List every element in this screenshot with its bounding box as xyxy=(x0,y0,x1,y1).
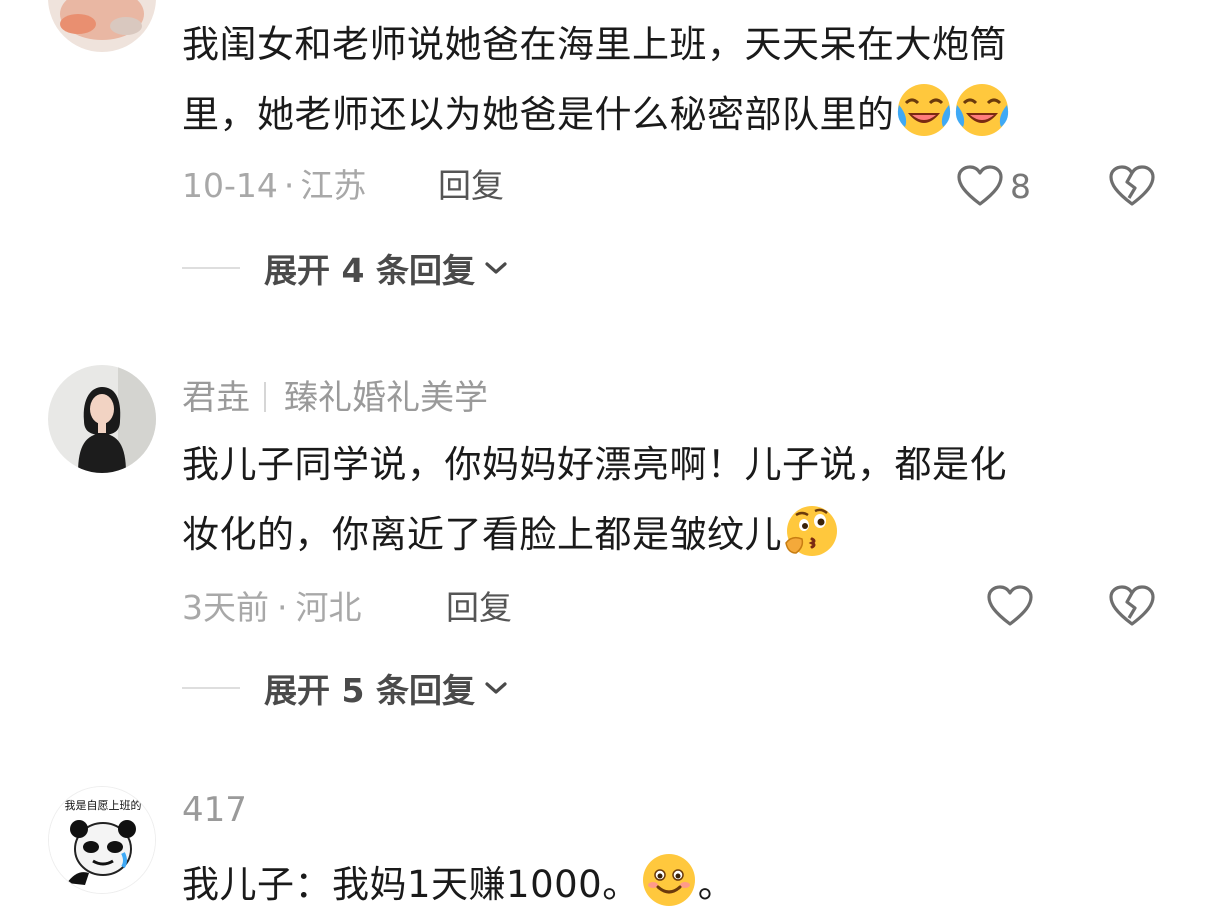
heart-icon xyxy=(987,585,1033,626)
comment-text: 我闺女和老师说她爸在海里上班，天天呆在大炮筒 里，她老师还以为她爸是什么秘密部队… xyxy=(182,10,1172,150)
comment-location: 江苏 xyxy=(300,166,367,205)
chevron-down-icon xyxy=(485,262,507,274)
expand-replies-label: 展开 5 条回复 xyxy=(264,671,475,710)
comment-meta: 10-14 · 江苏 xyxy=(182,164,366,208)
like-button[interactable]: 8 xyxy=(956,162,1031,210)
expand-divider xyxy=(182,687,240,689)
laugh-cry-emoji xyxy=(897,84,950,136)
laugh-cry-emoji xyxy=(955,84,1008,136)
comment-date: 3天前 xyxy=(182,588,269,627)
avatar[interactable] xyxy=(48,0,156,52)
dislike-button[interactable] xyxy=(1108,162,1156,210)
chevron-down-icon xyxy=(485,682,507,694)
comment-text: 我儿子：我妈1天赚1000。 。 xyxy=(182,850,1172,920)
comment-meta: 3天前 · 河北 xyxy=(182,586,362,630)
comment-text-line: 我儿子：我妈1天赚1000。 。 xyxy=(182,850,1172,920)
expand-replies-button[interactable]: 展开 5 条回复 xyxy=(182,666,509,710)
username-row: 417 xyxy=(182,790,247,830)
username[interactable]: 417 xyxy=(182,790,247,830)
comment-text-line: 我儿子同学说，你妈妈好漂亮啊！儿子说，都是化 xyxy=(182,443,1007,486)
reply-button[interactable]: 回复 xyxy=(446,586,512,630)
expand-replies-label: 展开 4 条回复 xyxy=(264,251,475,290)
comment-text-line: 妆化的，你离近了看脸上都是皱纹儿 xyxy=(182,500,1172,570)
username[interactable]: 君垚 xyxy=(182,378,250,418)
thinking-kiss-emoji xyxy=(785,506,837,556)
reply-button[interactable]: 回复 xyxy=(438,164,504,208)
expand-divider xyxy=(182,267,240,269)
expand-replies-button[interactable]: 展开 4 条回复 xyxy=(182,246,509,290)
comment-text-line: 里，她老师还以为她爸是什么秘密部队里的 xyxy=(182,80,1172,150)
broken-heart-icon xyxy=(1109,585,1155,626)
heart-icon xyxy=(957,165,1003,206)
dislike-button[interactable] xyxy=(1108,582,1156,630)
comment-date: 10-14 xyxy=(182,166,278,205)
comment-text: 我儿子同学说，你妈妈好漂亮啊！儿子说，都是化 妆化的，你离近了看脸上都是皱纹儿 xyxy=(182,430,1172,570)
username-tag: 臻礼婚礼美学 xyxy=(284,378,488,418)
username-divider xyxy=(264,382,266,412)
avatar-caption: 我是自愿上班的 xyxy=(65,798,142,812)
meta-separator: · xyxy=(277,588,288,627)
smile-emoji xyxy=(642,854,695,906)
broken-heart-icon xyxy=(1109,165,1155,206)
avatar[interactable]: 我是自愿上班的 xyxy=(48,786,156,894)
meta-separator: · xyxy=(283,166,295,205)
comment-location: 河北 xyxy=(295,588,362,627)
like-button[interactable] xyxy=(986,582,1034,630)
like-count: 8 xyxy=(1010,166,1031,206)
comment-text-line: 我闺女和老师说她爸在海里上班，天天呆在大炮筒 xyxy=(182,23,1007,66)
avatar[interactable] xyxy=(48,365,156,473)
username-row: 君垚 臻礼婚礼美学 xyxy=(182,370,488,419)
